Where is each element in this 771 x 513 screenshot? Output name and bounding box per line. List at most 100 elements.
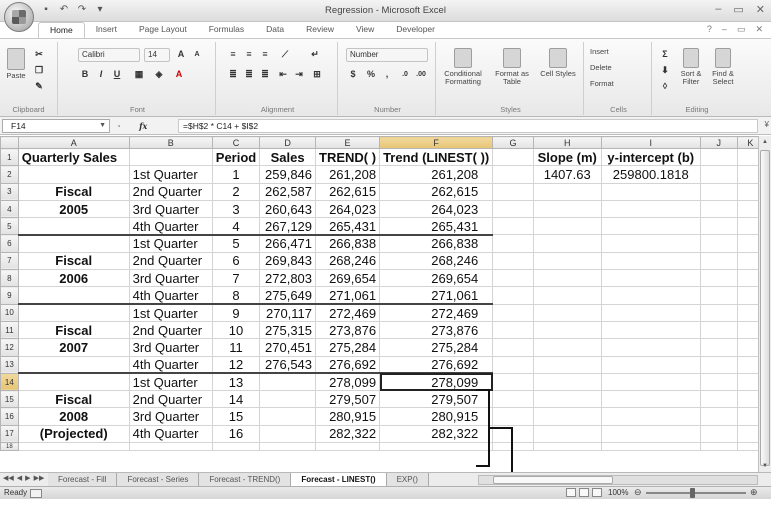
row-header[interactable]: 13 [0,355,19,374]
horizontal-scrollbar[interactable] [478,475,758,485]
column-header[interactable]: J [699,136,738,149]
macro-record-icon[interactable] [30,489,42,498]
align-right-icon[interactable]: ≣ [258,68,272,81]
cell-D16[interactable] [259,407,317,426]
cell-I13[interactable] [600,355,701,374]
cell-J10[interactable] [699,303,738,322]
cell-I17[interactable] [600,424,701,444]
row-header[interactable]: 7 [0,251,19,271]
comma-button[interactable]: , [380,68,394,81]
cell-B4[interactable]: 3rd Quarter [128,199,213,219]
percent-button[interactable]: % [364,68,378,81]
formula-bar-expand-icon[interactable]: ¥ [765,120,769,129]
cell-D10[interactable]: 270,117 [259,303,317,322]
column-header[interactable]: D [259,136,317,149]
cell-C16[interactable]: 15 [211,407,261,426]
tab-view[interactable]: View [345,22,385,38]
find-select-button[interactable]: Find & Select [708,48,738,86]
vertical-scroll-thumb[interactable] [760,150,770,466]
zoom-level[interactable]: 100% [608,488,628,497]
cell-C18[interactable] [211,442,261,452]
cell-A8[interactable]: 2006 [17,269,130,288]
cell-J5[interactable] [699,217,738,236]
cell-I11[interactable] [600,320,701,340]
row-header[interactable]: 6 [0,234,19,253]
cell-F8[interactable]: 269,654 [379,269,494,288]
row-header[interactable]: 14 [0,372,19,392]
cell-C14[interactable]: 13 [211,372,261,392]
cell-E3[interactable]: 262,615 [315,182,381,201]
shrink-font-icon[interactable]: A [190,48,204,61]
number-format-select[interactable]: Number [346,48,428,62]
ribbon-restore-icon[interactable]: ▭ [737,24,746,35]
cell-D2[interactable]: 259,846 [259,165,317,184]
cell-E5[interactable]: 265,431 [315,217,381,237]
cell-B9[interactable]: 4th Quarter [128,286,213,306]
fill-icon[interactable]: ⬇ [658,64,672,77]
cell-A14[interactable] [17,372,130,392]
first-sheet-icon[interactable]: ◀◀ [3,474,14,482]
ribbon-minimize-icon[interactable]: – [722,24,727,35]
office-button[interactable] [4,2,34,32]
cell-B3[interactable]: 2nd Quarter [128,182,213,201]
cell-J7[interactable] [699,251,738,271]
cell-C3[interactable]: 2 [211,182,261,201]
cell-I1[interactable]: y-intercept (b) [600,147,701,167]
font-name-select[interactable]: Calibri [78,48,140,62]
cell-E7[interactable]: 268,246 [315,251,381,271]
align-center-icon[interactable]: ≣ [242,68,256,81]
cell-D12[interactable]: 270,451 [259,338,317,357]
cell-G7[interactable] [492,251,534,271]
cell-G4[interactable] [492,199,534,219]
cell-G11[interactable] [492,320,534,340]
increase-decimal-icon[interactable]: .0 [398,68,412,81]
row-header[interactable]: 10 [0,303,19,322]
tab-review[interactable]: Review [295,22,345,38]
cell-F5[interactable]: 265,431 [379,217,494,237]
fill-color-icon[interactable]: ◈ [152,68,166,81]
increase-indent-icon[interactable]: ⇥ [292,68,306,81]
cell-G2[interactable] [492,165,534,184]
cell-H6[interactable] [532,234,602,253]
cell-D5[interactable]: 267,129 [259,217,317,237]
row-header[interactable]: 18 [0,442,19,452]
row-header[interactable]: 1 [0,147,19,167]
cell-F10[interactable]: 272,469 [379,303,494,322]
cell-C7[interactable]: 6 [211,251,261,271]
cell-B1[interactable] [128,147,213,167]
name-box-dropdown-icon[interactable]: ▼ [99,120,106,132]
tab-page-layout[interactable]: Page Layout [128,22,198,38]
cell-E15[interactable]: 279,507 [315,390,381,409]
cell-A2[interactable] [17,165,130,184]
cell-D13[interactable]: 276,543 [259,355,317,375]
cell-E8[interactable]: 269,654 [315,269,381,288]
formula-input[interactable]: =$H$2 * C14 + $I$2 [178,119,758,133]
column-header[interactable]: G [492,136,534,149]
cell-E18[interactable] [315,442,381,452]
delete-cells-button[interactable]: Delete [590,64,648,72]
cell-I3[interactable] [600,182,701,201]
cell-B10[interactable]: 1st Quarter [128,303,213,322]
cell-H16[interactable] [532,407,602,426]
cell-J14[interactable] [699,372,738,392]
sheet-tab[interactable]: Forecast - Series [117,473,200,486]
row-header[interactable]: 17 [0,424,19,444]
minimize-icon[interactable]: – [715,3,721,16]
column-header[interactable]: A [17,136,130,149]
tab-data[interactable]: Data [255,22,295,38]
cell-J11[interactable] [699,320,738,340]
cell-E13[interactable]: 276,692 [315,355,381,375]
last-sheet-icon[interactable]: ▶▶ [34,474,45,482]
row-header[interactable]: 2 [0,165,19,184]
cell-B18[interactable] [128,442,213,452]
cell-H18[interactable] [532,442,602,452]
cell-C10[interactable]: 9 [211,303,261,322]
column-header[interactable]: C [211,136,261,149]
autosum-icon[interactable]: Σ [658,48,672,61]
cell-F11[interactable]: 273,876 [379,320,494,340]
sort-filter-button[interactable]: Sort & Filter [676,48,706,86]
cell-E1[interactable]: TREND( ) [315,147,381,167]
cell-J3[interactable] [699,182,738,201]
cell-G8[interactable] [492,269,534,288]
orientation-icon[interactable]: ⟋ [278,48,292,61]
